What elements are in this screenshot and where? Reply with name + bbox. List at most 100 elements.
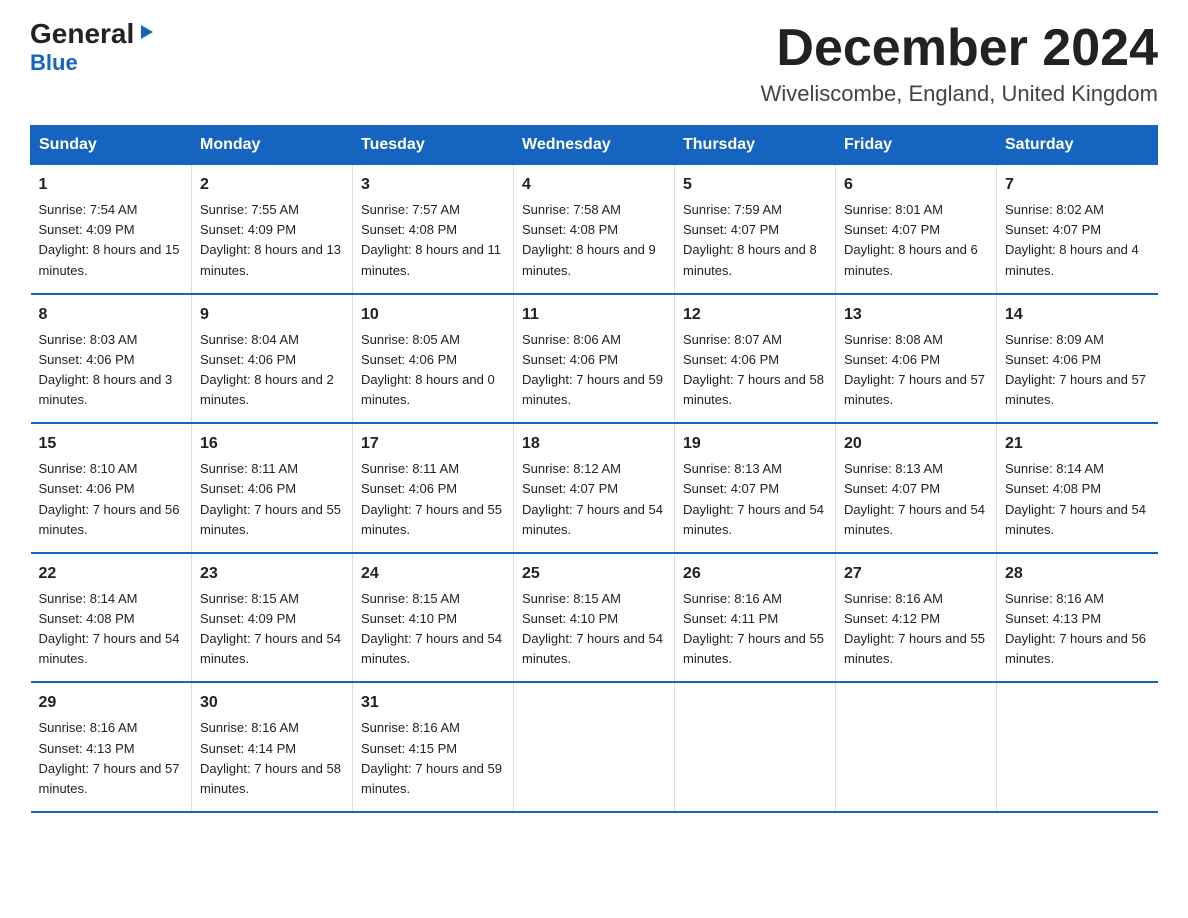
day-cell: 12 Sunrise: 8:07 AMSunset: 4:06 PMDayligh… <box>675 294 836 424</box>
day-info: Sunrise: 8:15 AMSunset: 4:09 PMDaylight:… <box>200 589 344 670</box>
day-number: 10 <box>361 303 505 327</box>
day-cell: 9 Sunrise: 8:04 AMSunset: 4:06 PMDaylight… <box>192 294 353 424</box>
day-info: Sunrise: 8:05 AMSunset: 4:06 PMDaylight:… <box>361 330 505 411</box>
day-number: 26 <box>683 562 827 586</box>
day-number: 11 <box>522 303 666 327</box>
week-row-5: 29 Sunrise: 8:16 AMSunset: 4:13 PMDayligh… <box>31 682 1158 812</box>
day-info: Sunrise: 8:10 AMSunset: 4:06 PMDaylight:… <box>39 459 184 540</box>
day-cell <box>675 682 836 812</box>
location-title: Wiveliscombe, England, United Kingdom <box>761 81 1158 107</box>
day-number: 22 <box>39 562 184 586</box>
day-cell <box>514 682 675 812</box>
day-info: Sunrise: 8:07 AMSunset: 4:06 PMDaylight:… <box>683 330 827 411</box>
day-info: Sunrise: 8:15 AMSunset: 4:10 PMDaylight:… <box>361 589 505 670</box>
day-cell: 15 Sunrise: 8:10 AMSunset: 4:06 PMDayligh… <box>31 423 192 553</box>
day-cell: 26 Sunrise: 8:16 AMSunset: 4:11 PMDayligh… <box>675 553 836 683</box>
day-number: 12 <box>683 303 827 327</box>
day-cell: 31Sunrise: 8:16 AMSunset: 4:15 PMDayligh… <box>353 682 514 812</box>
day-number: 4 <box>522 173 666 197</box>
day-cell: 10 Sunrise: 8:05 AMSunset: 4:06 PMDayligh… <box>353 294 514 424</box>
day-cell: 21 Sunrise: 8:14 AMSunset: 4:08 PMDayligh… <box>997 423 1158 553</box>
day-info: Sunrise: 8:15 AMSunset: 4:10 PMDaylight:… <box>522 589 666 670</box>
day-cell: 8 Sunrise: 8:03 AMSunset: 4:06 PMDaylight… <box>31 294 192 424</box>
day-cell: 13 Sunrise: 8:08 AMSunset: 4:06 PMDayligh… <box>836 294 997 424</box>
day-cell: 28Sunrise: 8:16 AMSunset: 4:13 PMDayligh… <box>997 553 1158 683</box>
day-info: Sunrise: 8:02 AMSunset: 4:07 PMDaylight:… <box>1005 200 1150 281</box>
logo-general: General <box>30 20 134 48</box>
day-info: Sunrise: 8:12 AMSunset: 4:07 PMDaylight:… <box>522 459 666 540</box>
calendar-table: SundayMondayTuesdayWednesdayThursdayFrid… <box>30 125 1158 813</box>
day-info: Sunrise: 8:14 AMSunset: 4:08 PMDaylight:… <box>39 589 184 670</box>
day-info: Sunrise: 8:06 AMSunset: 4:06 PMDaylight:… <box>522 330 666 411</box>
day-cell: 25Sunrise: 8:15 AMSunset: 4:10 PMDayligh… <box>514 553 675 683</box>
day-cell: 30 Sunrise: 8:16 AMSunset: 4:14 PMDayligh… <box>192 682 353 812</box>
week-row-1: 1 Sunrise: 7:54 AMSunset: 4:09 PMDaylight… <box>31 165 1158 294</box>
day-info: Sunrise: 8:08 AMSunset: 4:06 PMDaylight:… <box>844 330 988 411</box>
day-info: Sunrise: 7:58 AMSunset: 4:08 PMDaylight:… <box>522 200 666 281</box>
day-number: 20 <box>844 432 988 456</box>
day-info: Sunrise: 7:54 AMSunset: 4:09 PMDaylight:… <box>39 200 184 281</box>
day-info: Sunrise: 8:16 AMSunset: 4:13 PMDaylight:… <box>39 718 184 799</box>
day-info: Sunrise: 8:09 AMSunset: 4:06 PMDaylight:… <box>1005 330 1150 411</box>
day-info: Sunrise: 8:16 AMSunset: 4:12 PMDaylight:… <box>844 589 988 670</box>
day-info: Sunrise: 8:16 AMSunset: 4:14 PMDaylight:… <box>200 718 344 799</box>
day-info: Sunrise: 8:01 AMSunset: 4:07 PMDaylight:… <box>844 200 988 281</box>
day-number: 24 <box>361 562 505 586</box>
day-cell <box>836 682 997 812</box>
day-info: Sunrise: 8:16 AMSunset: 4:13 PMDaylight:… <box>1005 589 1150 670</box>
day-number: 13 <box>844 303 988 327</box>
day-info: Sunrise: 8:13 AMSunset: 4:07 PMDaylight:… <box>844 459 988 540</box>
day-number: 21 <box>1005 432 1150 456</box>
day-number: 2 <box>200 173 344 197</box>
day-number: 8 <box>39 303 184 327</box>
day-info: Sunrise: 8:11 AMSunset: 4:06 PMDaylight:… <box>200 459 344 540</box>
day-number: 30 <box>200 691 344 715</box>
day-cell: 14 Sunrise: 8:09 AMSunset: 4:06 PMDayligh… <box>997 294 1158 424</box>
day-cell: 1 Sunrise: 7:54 AMSunset: 4:09 PMDaylight… <box>31 165 192 294</box>
day-number: 7 <box>1005 173 1150 197</box>
day-info: Sunrise: 8:16 AMSunset: 4:11 PMDaylight:… <box>683 589 827 670</box>
day-number: 6 <box>844 173 988 197</box>
day-cell: 29 Sunrise: 8:16 AMSunset: 4:13 PMDayligh… <box>31 682 192 812</box>
col-header-tuesday: Tuesday <box>353 126 514 165</box>
day-number: 17 <box>361 432 505 456</box>
logo: General Blue <box>30 20 158 76</box>
col-header-thursday: Thursday <box>675 126 836 165</box>
day-cell: 7 Sunrise: 8:02 AMSunset: 4:07 PMDaylight… <box>997 165 1158 294</box>
col-header-saturday: Saturday <box>997 126 1158 165</box>
day-info: Sunrise: 7:57 AMSunset: 4:08 PMDaylight:… <box>361 200 505 281</box>
col-header-friday: Friday <box>836 126 997 165</box>
day-number: 1 <box>39 173 184 197</box>
day-number: 14 <box>1005 303 1150 327</box>
week-row-3: 15 Sunrise: 8:10 AMSunset: 4:06 PMDayligh… <box>31 423 1158 553</box>
day-number: 15 <box>39 432 184 456</box>
day-cell: 2Sunrise: 7:55 AMSunset: 4:09 PMDaylight… <box>192 165 353 294</box>
day-number: 9 <box>200 303 344 327</box>
day-cell: 11 Sunrise: 8:06 AMSunset: 4:06 PMDayligh… <box>514 294 675 424</box>
day-number: 18 <box>522 432 666 456</box>
logo-blue: Blue <box>30 50 78 76</box>
col-header-wednesday: Wednesday <box>514 126 675 165</box>
day-cell: 5Sunrise: 7:59 AMSunset: 4:07 PMDaylight… <box>675 165 836 294</box>
day-info: Sunrise: 8:14 AMSunset: 4:08 PMDaylight:… <box>1005 459 1150 540</box>
day-cell: 22 Sunrise: 8:14 AMSunset: 4:08 PMDayligh… <box>31 553 192 683</box>
day-info: Sunrise: 8:03 AMSunset: 4:06 PMDaylight:… <box>39 330 184 411</box>
day-cell: 18 Sunrise: 8:12 AMSunset: 4:07 PMDayligh… <box>514 423 675 553</box>
day-info: Sunrise: 8:04 AMSunset: 4:06 PMDaylight:… <box>200 330 344 411</box>
logo-triangle-icon <box>136 21 158 43</box>
day-number: 27 <box>844 562 988 586</box>
day-number: 29 <box>39 691 184 715</box>
col-header-monday: Monday <box>192 126 353 165</box>
col-header-sunday: Sunday <box>31 126 192 165</box>
week-row-2: 8 Sunrise: 8:03 AMSunset: 4:06 PMDaylight… <box>31 294 1158 424</box>
title-area: December 2024 Wiveliscombe, England, Uni… <box>761 20 1158 107</box>
day-info: Sunrise: 8:13 AMSunset: 4:07 PMDaylight:… <box>683 459 827 540</box>
day-cell: 17Sunrise: 8:11 AMSunset: 4:06 PMDayligh… <box>353 423 514 553</box>
day-number: 16 <box>200 432 344 456</box>
day-number: 3 <box>361 173 505 197</box>
day-cell: 24 Sunrise: 8:15 AMSunset: 4:10 PMDayligh… <box>353 553 514 683</box>
day-cell: 23Sunrise: 8:15 AMSunset: 4:09 PMDayligh… <box>192 553 353 683</box>
day-number: 19 <box>683 432 827 456</box>
day-cell: 16 Sunrise: 8:11 AMSunset: 4:06 PMDayligh… <box>192 423 353 553</box>
header-area: General Blue December 2024 Wiveliscombe,… <box>30 20 1158 107</box>
